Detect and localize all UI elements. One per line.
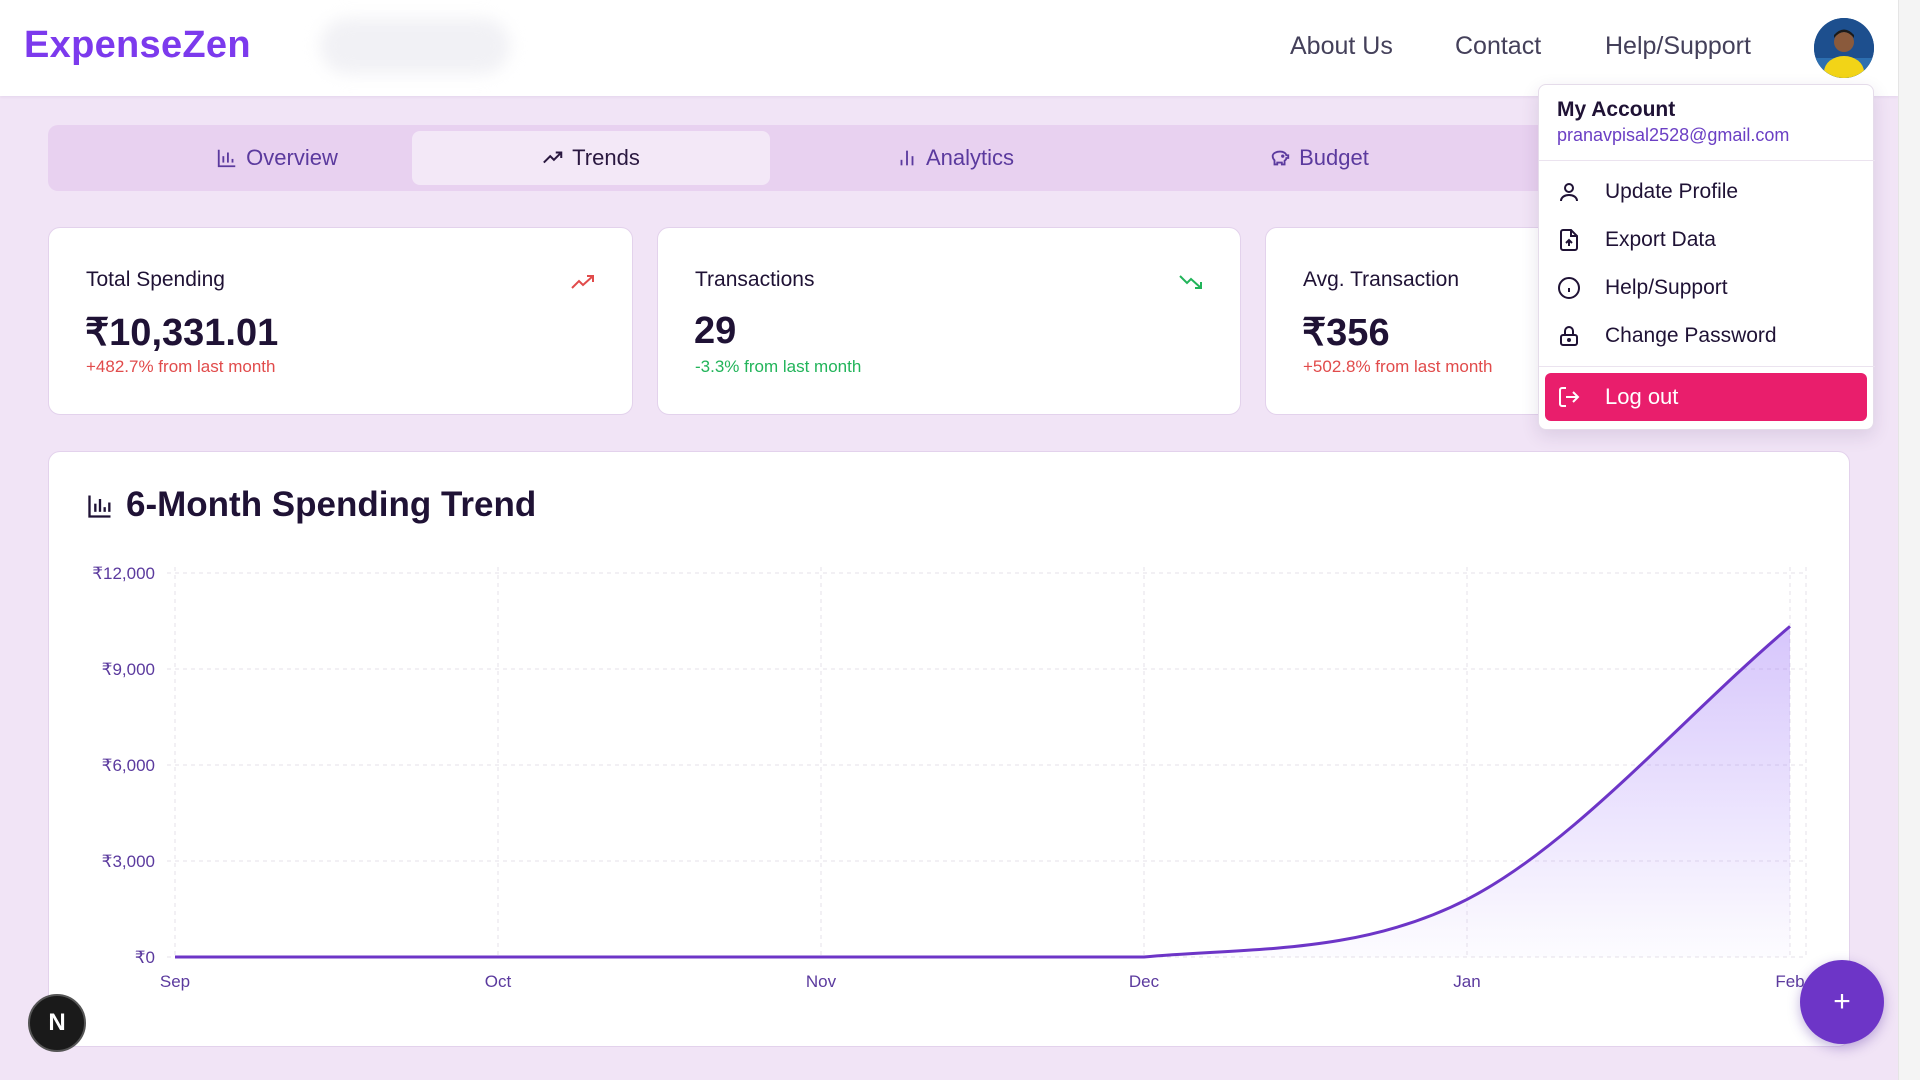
lock-icon: [1560, 326, 1578, 346]
info-icon: [1558, 277, 1580, 299]
file-export-icon: [1560, 229, 1578, 251]
x-tick-label: Oct: [485, 972, 512, 991]
menu-label: Update Profile: [1605, 180, 1739, 203]
account-email: pranavpisal2528@gmail.com: [1557, 125, 1790, 145]
menu-help-support[interactable]: Help/Support: [1539, 266, 1875, 310]
y-tick-label: ₹3,000: [102, 852, 155, 871]
chart-area: [175, 626, 1790, 957]
menu-update-profile[interactable]: Update Profile: [1539, 170, 1875, 214]
x-tick-label: Feb: [1775, 972, 1804, 991]
user-icon: [1560, 183, 1578, 202]
account-dropdown: My Account pranavpisal2528@gmail.com Upd…: [1538, 84, 1875, 430]
x-tick-label: Sep: [160, 972, 190, 991]
y-tick-label: ₹12,000: [92, 564, 155, 583]
y-tick-label: ₹9,000: [102, 660, 155, 679]
x-tick-label: Jan: [1453, 972, 1480, 991]
menu-label: Export Data: [1605, 228, 1716, 251]
y-tick-label: ₹6,000: [102, 756, 155, 775]
divider: [1539, 366, 1875, 367]
y-tick-label: ₹0: [135, 948, 155, 967]
logout-button[interactable]: Log out: [1545, 373, 1867, 421]
divider: [1539, 160, 1875, 161]
add-expense-button[interactable]: +: [1800, 960, 1884, 1044]
x-tick-label: Nov: [806, 972, 837, 991]
menu-label: Help/Support: [1605, 276, 1728, 299]
x-tick-label: Dec: [1129, 972, 1160, 991]
menu-export-data[interactable]: Export Data: [1539, 218, 1875, 262]
nextjs-dev-badge[interactable]: N: [28, 994, 86, 1052]
dropdown-title: My Account: [1557, 98, 1676, 121]
logout-label: Log out: [1605, 384, 1679, 409]
menu-change-password[interactable]: Change Password: [1539, 314, 1875, 358]
menu-label: Change Password: [1605, 324, 1777, 347]
logout-icon: [1559, 387, 1580, 407]
